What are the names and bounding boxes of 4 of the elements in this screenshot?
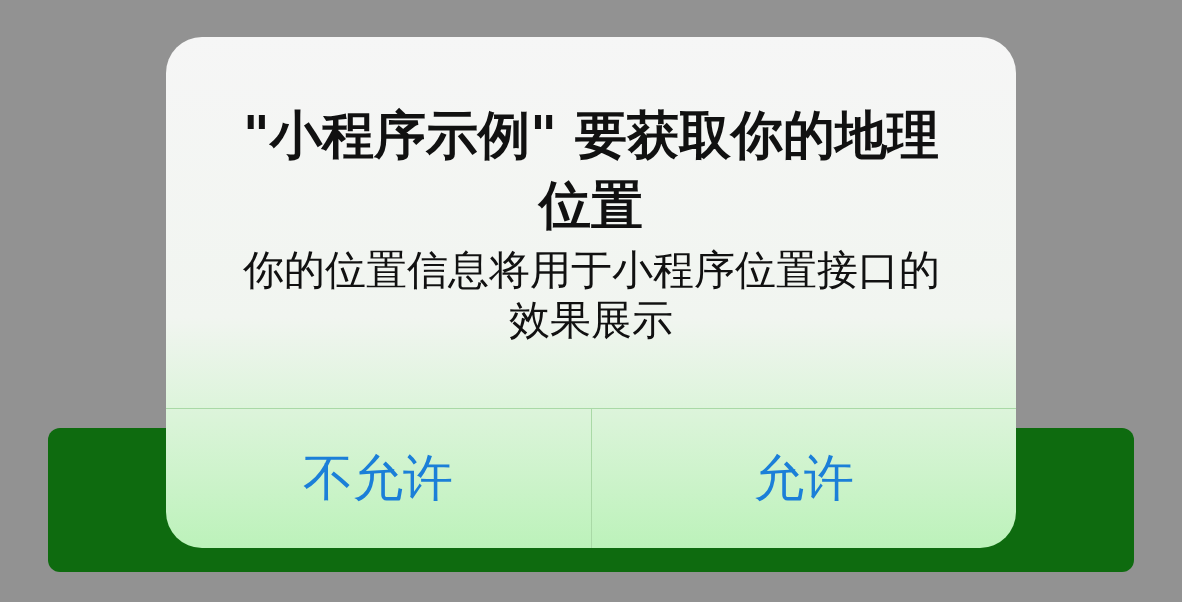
alert-button[interactable]: 允许 [590, 409, 1016, 548]
alert-title: "小程序示例" 要获取你的地理位置 [241, 104, 941, 237]
alert-message: 你的位置信息将用于小程序位置接口的效果展示 [241, 245, 941, 345]
alert-button[interactable]: 不允许 [166, 409, 591, 548]
